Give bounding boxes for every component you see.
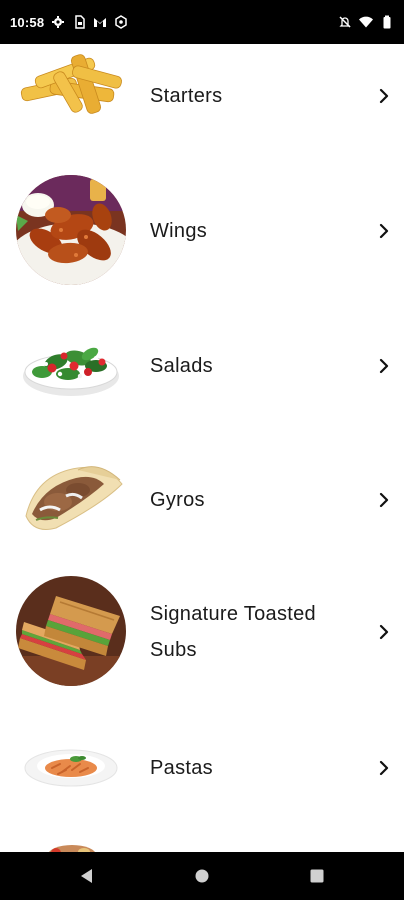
home-button[interactable] bbox=[195, 869, 209, 883]
category-row-signature-toasted-subs[interactable]: Signature Toasted Subs bbox=[0, 576, 404, 688]
chevron-right-icon bbox=[376, 492, 392, 508]
navigation-bar bbox=[0, 852, 404, 900]
category-row-partial[interactable] bbox=[0, 842, 404, 852]
category-label-wings: Wings bbox=[150, 220, 208, 242]
category-label-pastas: Pastas bbox=[150, 757, 213, 779]
gmail-icon bbox=[93, 15, 107, 29]
wifi-icon bbox=[359, 15, 373, 29]
partial-food-image bbox=[46, 842, 98, 852]
category-label-starters: Starters bbox=[150, 85, 223, 107]
category-row-starters[interactable]: Starters bbox=[0, 44, 404, 149]
sim-card-icon bbox=[72, 15, 86, 29]
wings-image bbox=[16, 175, 126, 285]
category-row-gyros[interactable]: Gyros bbox=[0, 444, 404, 556]
mute-icon bbox=[338, 15, 352, 29]
back-triangle-icon bbox=[81, 869, 92, 883]
chevron-right-icon bbox=[376, 760, 392, 776]
shield-icon bbox=[114, 15, 128, 29]
recents-button[interactable] bbox=[310, 869, 324, 883]
fries-image bbox=[16, 44, 126, 151]
gyro-image bbox=[16, 444, 126, 554]
category-row-salads[interactable]: Salads bbox=[0, 310, 404, 422]
salad-image bbox=[16, 310, 126, 420]
category-label-salads: Salads bbox=[150, 355, 213, 377]
recents-square-icon bbox=[310, 869, 324, 883]
sub-sandwich-image bbox=[16, 576, 126, 686]
category-list: Starters Wings Salads Gyros Signature To… bbox=[0, 44, 404, 852]
back-button[interactable] bbox=[79, 868, 95, 884]
settings-icon bbox=[51, 15, 65, 29]
status-bar: 10:58 bbox=[0, 0, 404, 44]
category-row-pastas[interactable]: Pastas bbox=[0, 712, 404, 824]
category-row-wings[interactable]: Wings bbox=[0, 175, 404, 287]
status-time: 10:58 bbox=[10, 14, 45, 30]
chevron-right-icon bbox=[376, 624, 392, 640]
battery-icon bbox=[380, 15, 394, 29]
chevron-right-icon bbox=[376, 223, 392, 239]
chevron-right-icon bbox=[376, 358, 392, 374]
pasta-image bbox=[16, 712, 126, 822]
category-label-signature-toasted-subs: Signature Toasted Subs bbox=[150, 603, 316, 661]
category-label-gyros: Gyros bbox=[150, 489, 205, 511]
home-circle-icon bbox=[195, 869, 209, 883]
chevron-right-icon bbox=[376, 88, 392, 104]
